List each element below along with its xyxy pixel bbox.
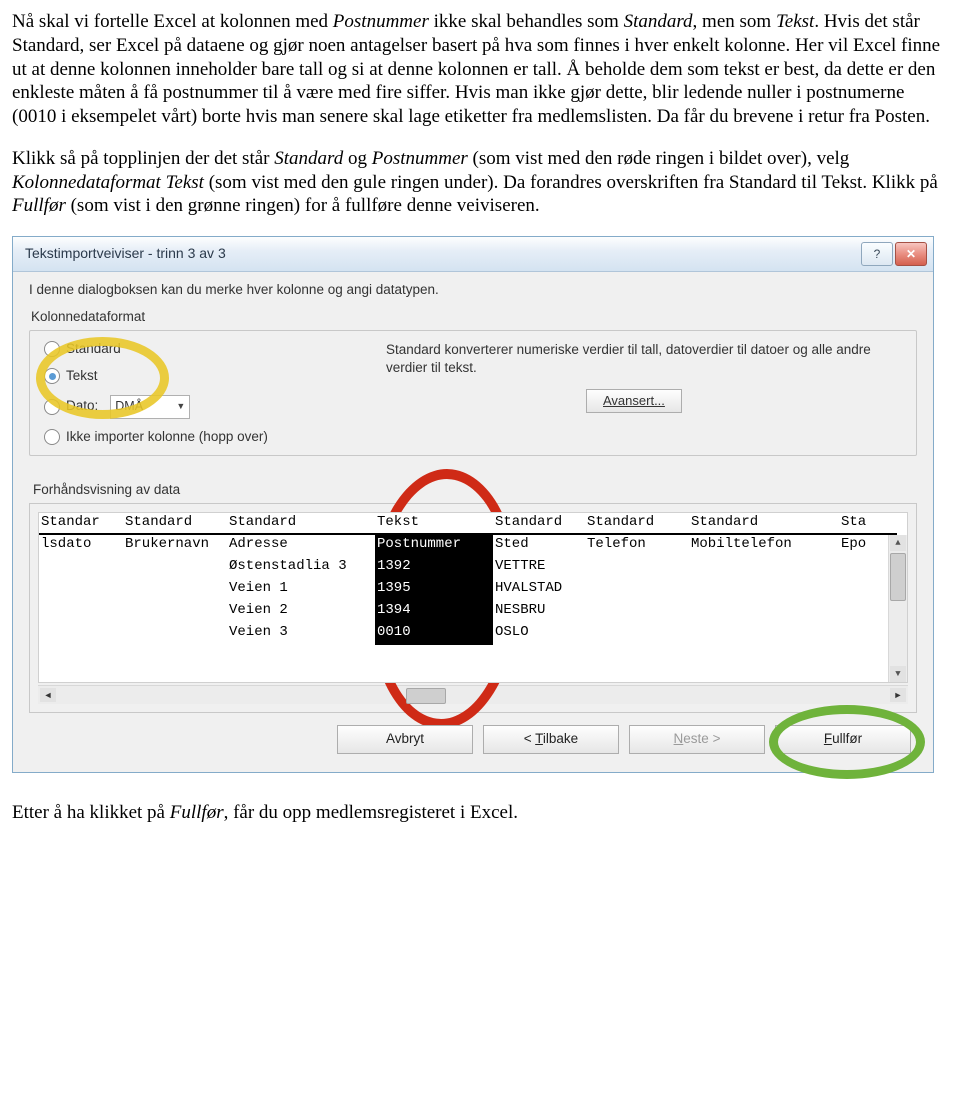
radio-standard[interactable]: Standard	[44, 341, 268, 358]
dialog-title: Tekstimportveiviser - trinn 3 av 3	[25, 245, 226, 263]
preview-label: Forhåndsvisning av data	[33, 482, 917, 499]
preview-data-row: Veien 1 1395 HVALSTAD	[39, 579, 907, 601]
wizard-button-row: Avbryt < Tilbake Neste > Fullfør	[29, 713, 917, 758]
radio-dato[interactable]: Dato: DMÅ ▼	[44, 395, 268, 419]
col-header[interactable]: Standard	[689, 513, 839, 535]
intro-paragraph-1: Nå skal vi fortelle Excel at kolonnen me…	[12, 10, 948, 129]
dialog-info-text: I denne dialogboksen kan du merke hver k…	[29, 282, 917, 299]
cancel-button[interactable]: Avbryt	[337, 725, 473, 754]
close-button[interactable]: ✕	[895, 242, 927, 266]
col-header[interactable]: Standard	[227, 513, 375, 535]
preview-area: Standar Standard Standard Tekst Standard…	[29, 503, 917, 713]
col-header[interactable]: Standard	[585, 513, 689, 535]
advanced-button[interactable]: Avansert...	[586, 389, 682, 413]
scroll-thumb[interactable]	[406, 688, 446, 704]
column-format-label: Kolonnedataformat	[31, 309, 917, 326]
preview-grid[interactable]: Standar Standard Standard Tekst Standard…	[38, 512, 908, 683]
preview-field-row: lsdato Brukernavn Adresse Postnummer Ste…	[39, 535, 907, 557]
date-format-dropdown[interactable]: DMÅ ▼	[110, 395, 190, 419]
scroll-left-icon[interactable]: ◄	[40, 688, 56, 702]
preview-data-row: Veien 2 1394 NESBRU	[39, 601, 907, 623]
format-description-text: Standard konverterer numeriske verdier t…	[386, 341, 906, 377]
window-buttons: ? ✕	[861, 242, 927, 266]
col-header[interactable]: Standard	[123, 513, 227, 535]
vertical-scrollbar[interactable]: ▲ ▼	[888, 535, 907, 682]
scroll-right-icon[interactable]: ►	[890, 688, 906, 702]
radio-icon	[44, 368, 60, 384]
col-header-selected[interactable]: Tekst	[375, 513, 493, 535]
chevron-down-icon: ▼	[176, 401, 185, 412]
radio-tekst[interactable]: Tekst	[44, 368, 268, 385]
column-format-fieldset: Standard Tekst Dato: DMÅ ▼ Ikke impor	[29, 330, 917, 457]
scroll-up-icon[interactable]: ▲	[890, 535, 906, 551]
finish-button[interactable]: Fullfør	[775, 725, 911, 754]
text-import-wizard-dialog: Tekstimportveiviser - trinn 3 av 3 ? ✕ I…	[12, 236, 934, 773]
dialog-body: I denne dialogboksen kan du merke hver k…	[13, 272, 933, 772]
intro-paragraph-2: Klikk så på topplinjen der det står Stan…	[12, 147, 948, 218]
radio-skip-column[interactable]: Ikke importer kolonne (hopp over)	[44, 429, 268, 446]
horizontal-scrollbar[interactable]: ◄ ►	[38, 685, 908, 704]
radio-icon	[44, 429, 60, 445]
outro-paragraph: Etter å ha klikket på Fullfør, får du op…	[12, 801, 948, 825]
format-radio-group: Standard Tekst Dato: DMÅ ▼ Ikke impor	[44, 341, 268, 446]
help-button[interactable]: ?	[861, 242, 893, 266]
back-button[interactable]: < Tilbake	[483, 725, 619, 754]
col-header[interactable]: Standard	[493, 513, 585, 535]
preview-data-row: Østenstadlia 3 1392 VETTRE	[39, 557, 907, 579]
format-description-column: Standard konverterer numeriske verdier t…	[386, 341, 906, 414]
dialog-titlebar: Tekstimportveiviser - trinn 3 av 3 ? ✕	[13, 237, 933, 272]
col-header[interactable]: Standar	[39, 513, 123, 535]
scroll-down-icon[interactable]: ▼	[890, 666, 906, 682]
preview-data-row: Veien 3 0010 OSLO	[39, 623, 907, 645]
next-button: Neste >	[629, 725, 765, 754]
scroll-thumb[interactable]	[890, 553, 906, 601]
preview-box: Standar Standard Standard Tekst Standard…	[29, 503, 917, 713]
col-header[interactable]: Sta	[839, 513, 897, 535]
preview-header-row[interactable]: Standar Standard Standard Tekst Standard…	[39, 513, 907, 535]
radio-icon	[44, 399, 60, 415]
radio-icon	[44, 341, 60, 357]
